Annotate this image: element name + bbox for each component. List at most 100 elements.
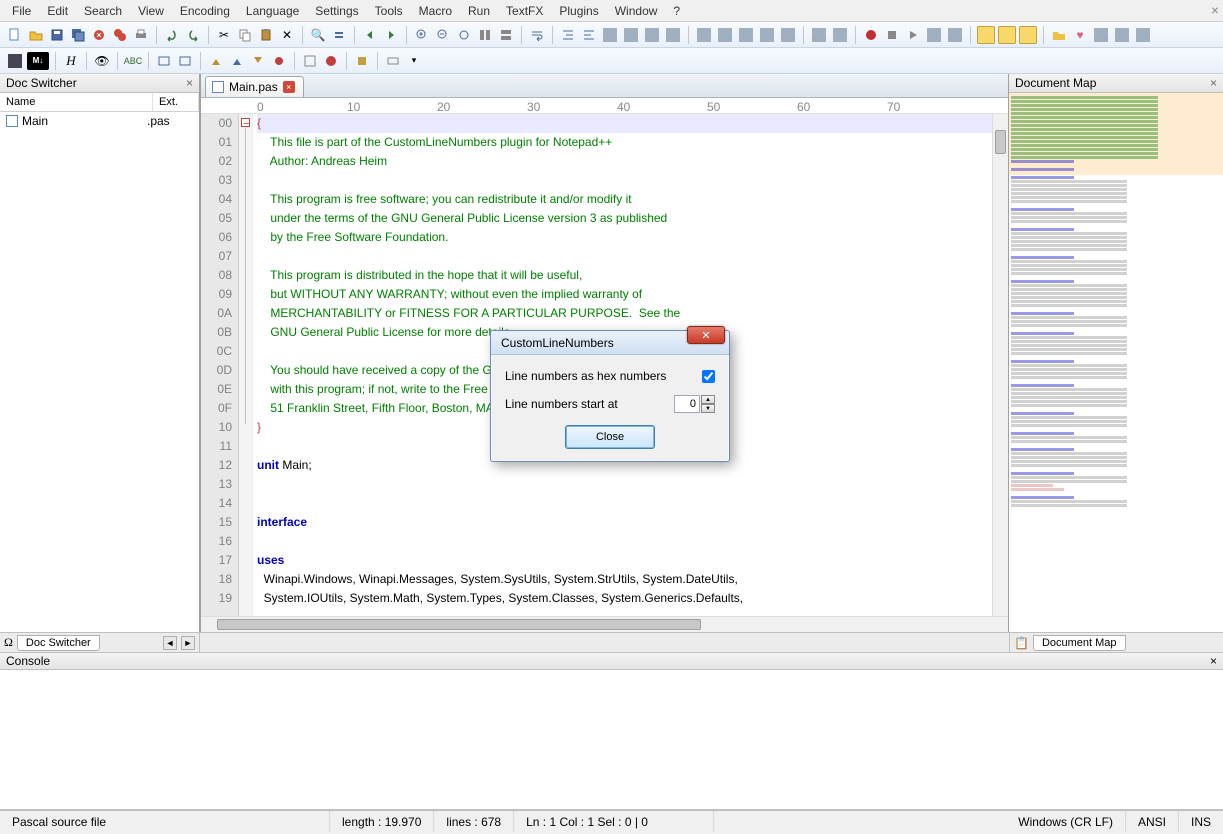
toolbar-icon[interactable] (831, 26, 849, 44)
zoom-reset-icon[interactable] (455, 26, 473, 44)
cut-icon[interactable]: ✂ (215, 26, 233, 44)
toolbar2-icon[interactable] (301, 52, 319, 70)
new-file-icon[interactable] (6, 26, 24, 44)
toolbar2-icon[interactable] (228, 52, 246, 70)
spin-down-icon[interactable]: ▼ (701, 404, 715, 413)
toolbar-icon[interactable] (1113, 26, 1131, 44)
spin-up-icon[interactable]: ▲ (701, 395, 715, 404)
scroll-left-icon[interactable]: ◄ (163, 636, 177, 650)
nav-fwd-icon[interactable] (382, 26, 400, 44)
toolbar-icon[interactable] (622, 26, 640, 44)
paste-icon[interactable] (257, 26, 275, 44)
sync-v-icon[interactable] (476, 26, 494, 44)
spellcheck-icon[interactable]: ABC (124, 52, 142, 70)
toolbar-icon[interactable] (1092, 26, 1110, 44)
scrollbar-thumb[interactable] (995, 130, 1006, 154)
toolbar2-icon[interactable] (384, 52, 402, 70)
menu-view[interactable]: View (130, 2, 172, 20)
menu-help[interactable]: ? (665, 2, 688, 20)
status-eol[interactable]: Windows (CR LF) (1006, 811, 1126, 832)
fold-toggle-icon[interactable] (241, 118, 250, 127)
sync-h-icon[interactable] (497, 26, 515, 44)
toolbar-icon[interactable] (1019, 26, 1037, 44)
menu-plugins[interactable]: Plugins (551, 2, 606, 20)
zoom-in-icon[interactable] (413, 26, 431, 44)
dialog-title-bar[interactable]: CustomLineNumbers ✕ (491, 331, 729, 355)
scroll-right-icon[interactable]: ► (181, 636, 195, 650)
toolbar2-icon[interactable] (353, 52, 371, 70)
wordwrap-icon[interactable] (528, 26, 546, 44)
close-file-icon[interactable] (90, 26, 108, 44)
toolbar-icon[interactable] (716, 26, 734, 44)
console-body[interactable] (0, 670, 1223, 810)
record-macro-icon[interactable] (862, 26, 880, 44)
toolbar-icon[interactable] (758, 26, 776, 44)
toolbar2-icon[interactable] (176, 52, 194, 70)
toolbar-icon[interactable] (977, 26, 995, 44)
start-at-input[interactable] (674, 395, 700, 413)
markdown-icon[interactable]: M↓ (27, 52, 49, 70)
menu-settings[interactable]: Settings (307, 2, 366, 20)
vertical-scrollbar[interactable] (992, 114, 1008, 616)
dropdown-icon[interactable]: ▾ (405, 52, 423, 70)
panel-close-icon[interactable]: × (1210, 76, 1217, 90)
menu-language[interactable]: Language (238, 2, 307, 20)
menu-run[interactable]: Run (460, 2, 498, 20)
toolbar-icon[interactable] (810, 26, 828, 44)
toolbar-icon[interactable] (643, 26, 661, 44)
open-file-icon[interactable] (27, 26, 45, 44)
delete-icon[interactable]: ✕ (278, 26, 296, 44)
save-icon[interactable] (48, 26, 66, 44)
omega-icon[interactable]: Ω (4, 635, 13, 650)
menu-window[interactable]: Window (607, 2, 666, 20)
close-all-icon[interactable] (111, 26, 129, 44)
horizontal-scrollbar[interactable] (201, 616, 1008, 632)
col-name[interactable]: Name (0, 93, 153, 111)
menu-search[interactable]: Search (76, 2, 130, 20)
toolbar-icon[interactable] (737, 26, 755, 44)
toolbar2-icon[interactable] (6, 52, 24, 70)
dialog-close-button[interactable]: ✕ (687, 326, 725, 344)
menu-file[interactable]: File (4, 2, 39, 20)
indent-icon[interactable] (559, 26, 577, 44)
fold-margin[interactable] (239, 114, 253, 616)
menu-textfx[interactable]: TextFX (498, 2, 551, 20)
toolbar-icon[interactable] (779, 26, 797, 44)
replace-icon[interactable] (330, 26, 348, 44)
doc-switcher-row[interactable]: Main .pas (0, 112, 199, 130)
save-all-icon[interactable] (69, 26, 87, 44)
document-map-minimap[interactable] (1009, 93, 1223, 632)
toolbar-icon[interactable] (601, 26, 619, 44)
find-icon[interactable]: 🔍 (309, 26, 327, 44)
play-macro-icon[interactable] (904, 26, 922, 44)
stop-macro-icon[interactable] (883, 26, 901, 44)
menu-encoding[interactable]: Encoding (172, 2, 238, 20)
toolbar-icon[interactable] (998, 26, 1016, 44)
panel-close-icon[interactable]: × (186, 76, 193, 90)
toolbar2-icon[interactable] (155, 52, 173, 70)
menu-tools[interactable]: Tools (367, 2, 411, 20)
outdent-icon[interactable] (580, 26, 598, 44)
undo-icon[interactable] (163, 26, 181, 44)
close-button[interactable]: Close (565, 425, 655, 449)
heart-icon[interactable]: ♥ (1071, 26, 1089, 44)
redo-icon[interactable] (184, 26, 202, 44)
eye-icon[interactable]: 👁 (93, 52, 111, 70)
col-ext[interactable]: Ext. (153, 93, 199, 111)
toolbar-icon[interactable] (664, 26, 682, 44)
tab-document-map[interactable]: Document Map (1033, 635, 1126, 651)
map-icon[interactable]: 📋 (1014, 636, 1029, 650)
toolbar-icon[interactable] (695, 26, 713, 44)
window-close-icon[interactable]: × (1211, 2, 1219, 18)
menu-macro[interactable]: Macro (411, 2, 460, 20)
print-icon[interactable] (132, 26, 150, 44)
menu-edit[interactable]: Edit (39, 2, 76, 20)
panel-close-icon[interactable]: × (1210, 654, 1217, 668)
toolbar-icon[interactable] (946, 26, 964, 44)
toolbar2-icon[interactable] (207, 52, 225, 70)
toolbar-icon[interactable] (1134, 26, 1152, 44)
toolbar2-icon[interactable] (249, 52, 267, 70)
zoom-out-icon[interactable] (434, 26, 452, 44)
tab-main-pas[interactable]: Main.pas × (205, 76, 304, 97)
status-insert-mode[interactable]: INS (1179, 811, 1223, 832)
